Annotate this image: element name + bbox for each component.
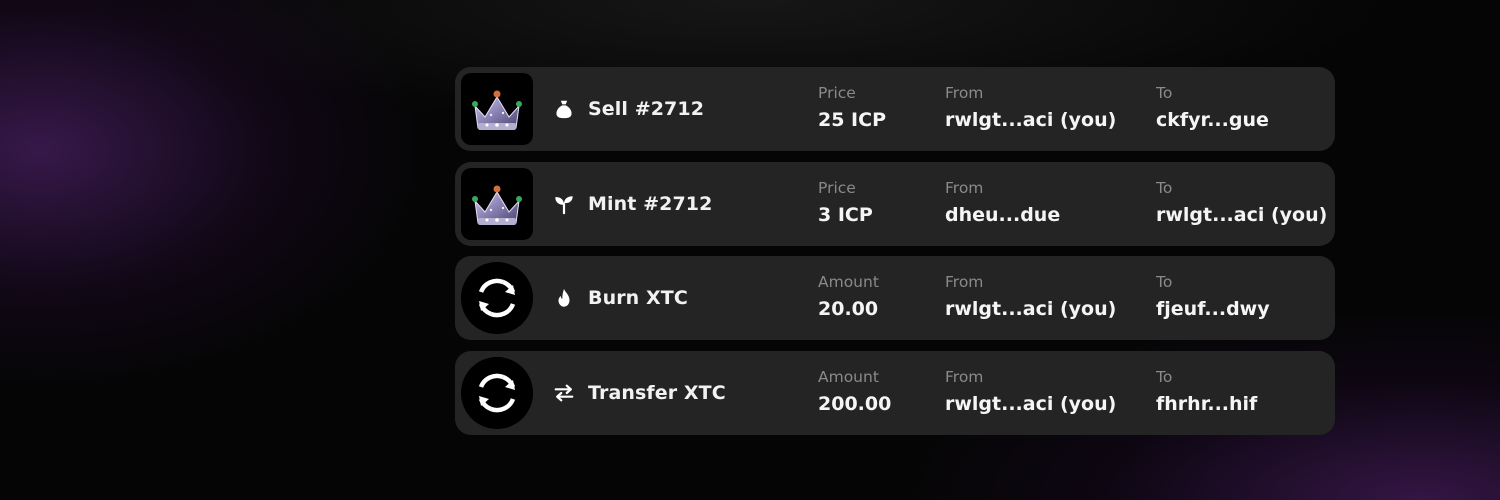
to-column: To ckfyr...gue: [1156, 83, 1269, 133]
transaction-title: Sell #2712: [588, 98, 705, 120]
from-address[interactable]: rwlgt...aci (you): [945, 107, 1116, 133]
amount-column: Amount 20.00: [818, 272, 879, 322]
money-bag-icon: [552, 97, 576, 121]
transaction-row[interactable]: Transfer XTC Amount 200.00 From rwlgt...…: [455, 350, 1335, 435]
from-column: From dheu...due: [945, 178, 1060, 228]
transaction-row[interactable]: Sell #2712 Price 25 ICP From rwlgt...aci…: [455, 67, 1335, 151]
from-label: From: [945, 178, 984, 197]
transaction-title: Mint #2712: [588, 192, 713, 215]
transaction-row[interactable]: Mint #2712 Price 3 ICP From dheu...due T…: [455, 161, 1335, 246]
sprout-icon: [552, 192, 576, 216]
amount-value: 20.00: [818, 298, 879, 320]
from-address[interactable]: rwlgt...aci (you): [945, 296, 1116, 322]
price-value: 25 ICP: [818, 109, 886, 131]
price-column: Price 25 ICP: [818, 83, 886, 133]
from-address[interactable]: rwlgt...aci (you): [945, 391, 1116, 417]
amount-column: Amount 200.00: [818, 367, 891, 417]
from-label: From: [945, 273, 984, 291]
to-label: To: [1156, 273, 1173, 291]
transaction-title-group: Transfer XTC: [552, 351, 726, 435]
from-label: From: [945, 367, 984, 386]
amount-value: 200.00: [818, 392, 892, 415]
transaction-title-group: Sell #2712: [552, 67, 704, 151]
transaction-title-group: Burn XTC: [552, 256, 688, 340]
amount-label: Amount: [818, 367, 879, 386]
to-address[interactable]: rwlgt...aci (you): [1156, 202, 1327, 228]
transaction-title: Burn XTC: [588, 287, 688, 309]
transfer-arrows-icon: [552, 381, 576, 405]
transaction-row[interactable]: Burn XTC Amount 20.00 From rwlgt...aci (…: [455, 256, 1335, 340]
price-value: 3 ICP: [818, 203, 873, 226]
to-column: To rwlgt...aci (you): [1156, 178, 1327, 228]
flame-icon: [552, 286, 576, 310]
from-label: From: [945, 84, 984, 102]
to-column: To fhrhr...hif: [1156, 367, 1257, 417]
from-column: From rwlgt...aci (you): [945, 272, 1116, 322]
to-address[interactable]: fhrhr...hif: [1156, 391, 1257, 417]
price-label: Price: [818, 84, 856, 102]
to-label: To: [1156, 367, 1173, 386]
amount-label: Amount: [818, 273, 879, 291]
to-address[interactable]: ckfyr...gue: [1156, 107, 1269, 133]
to-column: To fjeuf...dwy: [1156, 272, 1270, 322]
transaction-title: Transfer XTC: [588, 381, 726, 404]
from-column: From rwlgt...aci (you): [945, 367, 1116, 417]
transaction-title-group: Mint #2712: [552, 162, 712, 246]
from-address[interactable]: dheu...due: [945, 202, 1060, 228]
to-address[interactable]: fjeuf...dwy: [1156, 296, 1270, 322]
from-column: From rwlgt...aci (you): [945, 83, 1116, 133]
xtc-token-icon: [461, 356, 533, 429]
to-label: To: [1156, 84, 1173, 102]
to-label: To: [1156, 178, 1173, 197]
price-column: Price 3 ICP: [818, 178, 873, 228]
transaction-list: Sell #2712 Price 25 ICP From rwlgt...aci…: [455, 67, 1335, 445]
xtc-token-icon: [461, 262, 533, 334]
crown-nft-image: [461, 73, 533, 145]
crown-nft-image: [461, 167, 533, 240]
price-label: Price: [818, 178, 856, 197]
